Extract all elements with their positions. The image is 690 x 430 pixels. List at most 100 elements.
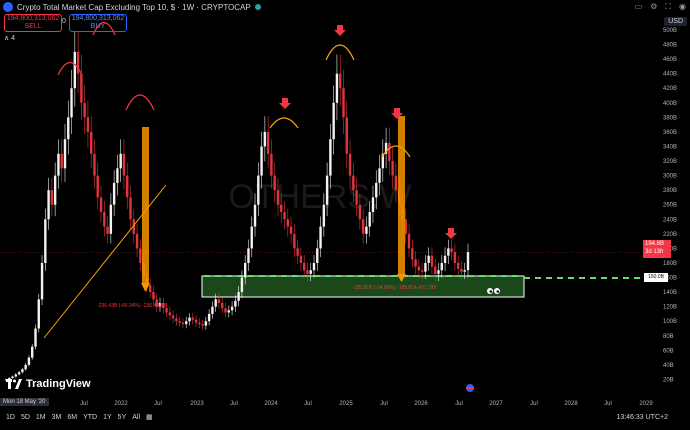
candle-body (207, 313, 211, 322)
candle-body (63, 139, 67, 169)
spread-value: 0 (62, 18, 66, 25)
candle-body (198, 322, 201, 325)
range-button-1m[interactable]: 1M (36, 414, 46, 421)
candle-body (109, 204, 113, 234)
eyes-pupil (489, 290, 493, 293)
candle-body (247, 248, 250, 263)
settings-icon[interactable]: ⚙ (650, 2, 657, 12)
candle-body (302, 262, 306, 271)
candle-body (335, 73, 339, 103)
tradingview-wordmark: TradingView (26, 378, 91, 390)
last-price-value: 194.8B (645, 241, 665, 247)
tradingview-icon (6, 379, 22, 389)
candle-body (70, 88, 73, 118)
candle-body (230, 306, 234, 311)
candle-body (135, 233, 139, 249)
y-tick-label: 360B (663, 130, 677, 136)
range-button-ytd[interactable]: YTD (83, 414, 97, 421)
candle-body (53, 175, 57, 205)
currency-selector[interactable]: USD (664, 17, 687, 26)
range-button-6m[interactable]: 6M (67, 414, 77, 421)
buy-button[interactable]: 194,800,313,062 BUY (69, 14, 127, 32)
x-tick-label: 2025 (339, 401, 353, 407)
chart-canvas[interactable]: OTHERS.W 500B 480B 460B 440B 420B 400B 380B 360B… (0, 0, 690, 425)
candle-body (378, 168, 381, 183)
x-tick-label: Jul (230, 401, 238, 407)
candle-body (273, 175, 276, 191)
sell-button[interactable]: 194,800,313,062 SELL (4, 14, 62, 32)
y-tick-label: 420B (663, 86, 677, 92)
market-status-icon (254, 4, 261, 10)
y-tick-label: 440B (663, 72, 677, 78)
candle-body (339, 73, 342, 89)
candle-body (411, 248, 414, 260)
calendar-icon[interactable]: ▦ (146, 413, 153, 421)
x-tick-label: Jul (380, 401, 388, 407)
crypto-icon (3, 2, 13, 12)
candle-body (276, 190, 280, 205)
candle-body (312, 262, 316, 271)
candle-body (443, 255, 447, 263)
candle-body (171, 315, 175, 319)
candle-body (289, 226, 293, 234)
candle-body (194, 319, 198, 323)
candle-body (332, 102, 335, 140)
candle-body (47, 190, 50, 220)
price-chart[interactable]: OTHERS.W500B480B460B440B420B400B380B360B… (0, 0, 690, 425)
y-tick-label: 460B (663, 57, 677, 63)
candle-body (286, 219, 289, 227)
candle-body (456, 262, 460, 269)
text-icon[interactable]: ▭ (635, 2, 643, 12)
range-button-5d[interactable]: 5D (21, 414, 30, 421)
candle-body (73, 51, 77, 89)
down-arrow-icon (334, 25, 346, 36)
candle-body (463, 270, 466, 272)
candle-body (168, 312, 172, 316)
candle-body (122, 153, 126, 176)
candle-body (44, 219, 47, 263)
candle-body (453, 252, 457, 263)
candle-body (424, 262, 427, 272)
camera-icon[interactable]: ◉ (679, 2, 686, 12)
candle-body (250, 226, 253, 249)
last-price-label: 194.8B 3d 13h (643, 240, 671, 258)
candle-body (440, 262, 443, 271)
level-price-label: 150.0B (644, 273, 668, 282)
symbol-header[interactable]: Crypto Total Market Cap Excluding Top 10… (0, 0, 261, 14)
range-button-1d[interactable]: 1D (6, 414, 15, 421)
bar-countdown: 3d 13h (645, 249, 664, 255)
candle-body (394, 175, 398, 191)
drop-annotation-2: -185.81B (-54.69%) -185,814,431,795 (352, 285, 436, 291)
candle-body (368, 212, 371, 227)
candle-body (296, 248, 299, 256)
candle-body (437, 270, 440, 274)
x-tick-label: 2024 (264, 401, 278, 407)
fullscreen-icon[interactable]: ⛶ (665, 2, 671, 12)
collapse-indicators-button[interactable]: ∧ 4 (4, 34, 15, 42)
candle-body (329, 139, 332, 176)
candle-body (217, 299, 221, 303)
y-tick-label: 100B (663, 319, 677, 325)
y-tick-label: 320B (663, 159, 677, 165)
candle-body (181, 322, 185, 325)
range-button-all[interactable]: All (132, 414, 140, 421)
candle-body (234, 300, 237, 307)
candle-body (345, 117, 348, 154)
range-button-1y[interactable]: 1Y (103, 414, 112, 421)
candle-body (375, 182, 378, 198)
y-tick-label: 280B (663, 188, 677, 194)
candle-body (211, 306, 214, 314)
x-tick-label: 2023 (190, 401, 204, 407)
y-tick-label: 20B (663, 377, 674, 383)
candle-body (270, 153, 273, 176)
candle-body (391, 161, 394, 176)
candle-body (257, 175, 260, 205)
tradingview-logo[interactable]: TradingView (6, 378, 91, 390)
range-button-5y[interactable]: 5Y (118, 414, 127, 421)
buy-price: 194,800,313,062 (71, 15, 125, 22)
candle-body (129, 197, 132, 220)
range-button-3m[interactable]: 3M (52, 414, 62, 421)
y-tick-label: 120B (663, 305, 677, 311)
candle-body (103, 212, 106, 227)
candle-body (40, 262, 44, 300)
